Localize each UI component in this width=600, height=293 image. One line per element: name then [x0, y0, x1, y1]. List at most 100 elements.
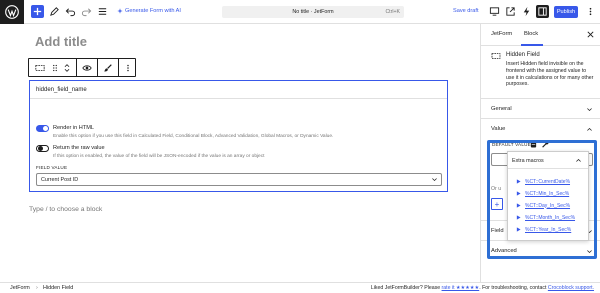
jetform-tools-button[interactable]: [520, 5, 533, 18]
chevron-down-icon: [587, 108, 592, 112]
block-divider: [30, 98, 447, 99]
macro-link[interactable]: %CT::CurrentDate%: [525, 179, 570, 185]
chevron-up-icon: [587, 127, 592, 131]
preview-button[interactable]: [488, 5, 501, 18]
extra-macros-popover: Extra macros %CT::CurrentDate% %CT::Min_…: [507, 151, 589, 241]
field-value-selected: Current Post ID: [41, 177, 79, 183]
document-bar[interactable]: No title · JetForm Ctrl+K: [222, 6, 404, 18]
toggle-knob: [38, 146, 43, 151]
or-use-text-fragment: Or u: [491, 186, 502, 192]
panel-advanced-label: Advanced: [491, 248, 517, 254]
panel-value[interactable]: Value: [481, 118, 600, 138]
macro-link[interactable]: %CT::Day_In_Sec%: [525, 203, 570, 209]
field-name-text[interactable]: hidden_field_name: [36, 87, 87, 93]
default-value-label: DEFAULT VALUE: [492, 142, 531, 147]
panel-general-label: General: [491, 106, 512, 112]
chevron-up-down-icon: [64, 63, 70, 72]
macro-item[interactable]: %CT::Month_In_Sec%: [516, 213, 575, 222]
chevron-up-icon: [576, 158, 581, 162]
hidden-field-block[interactable]: hidden_field_name Render in HTML Enable …: [29, 80, 448, 192]
undo-button[interactable]: [64, 5, 77, 18]
chevron-down-icon: [587, 250, 592, 254]
eye-icon: [82, 64, 92, 71]
breadcrumb-hidden-field[interactable]: Hidden Field: [43, 285, 73, 291]
play-icon: [516, 179, 521, 184]
macro-link[interactable]: %CT::Min_In_Sec%: [525, 191, 569, 197]
editor-canvas: Add title hidden_field_name Render in HT…: [0, 24, 480, 282]
rate-middle: . For troubleshooting, contact: [479, 285, 548, 291]
macro-item[interactable]: %CT::CurrentDate%: [516, 177, 570, 186]
support-link[interactable]: Crocoblock support.: [548, 285, 594, 291]
settings-toggle-button[interactable]: [536, 5, 549, 18]
drag-handle[interactable]: [49, 59, 61, 76]
panel-value-label: Value: [491, 126, 506, 132]
redo-button[interactable]: [80, 5, 93, 18]
extra-macros-title: Extra macros: [512, 158, 544, 164]
macro-item[interactable]: %CT::Day_In_Sec%: [516, 201, 570, 210]
post-title-input[interactable]: Add title: [35, 34, 87, 49]
active-tab-indicator: [521, 44, 543, 46]
field-value-select[interactable]: Current Post ID: [36, 173, 442, 186]
play-icon: [516, 215, 521, 220]
render-html-toggle[interactable]: [36, 125, 49, 132]
more-vertical-icon: [589, 7, 592, 16]
hidden-field-icon: [491, 53, 501, 59]
field-value-label: FIELD VALUE: [36, 165, 68, 170]
macro-item[interactable]: %CT::Year_In_Sec%: [516, 225, 571, 234]
block-type-button[interactable]: [31, 59, 49, 76]
undo-icon: [65, 8, 76, 17]
database-icon[interactable]: [530, 140, 537, 148]
block-toolbar: [28, 58, 136, 77]
play-icon: [516, 203, 521, 208]
panel-advanced[interactable]: Advanced: [481, 240, 600, 260]
macro-link[interactable]: %CT::Month_In_Sec%: [525, 215, 575, 221]
desktop-icon: [489, 7, 500, 16]
generate-ai-link[interactable]: Generate Form with AI: [117, 8, 181, 14]
panel-general[interactable]: General: [481, 98, 600, 118]
rate-link[interactable]: rate it ★★★★★: [442, 285, 480, 291]
breadcrumb-jetform[interactable]: JetForm: [10, 285, 30, 291]
extra-macros-header[interactable]: Extra macros: [508, 152, 588, 169]
render-html-help: Enable this option if you use this field…: [53, 134, 334, 139]
style-button[interactable]: [99, 59, 117, 76]
tab-jetform[interactable]: JetForm: [491, 31, 512, 37]
macro-link[interactable]: %CT::Year_In_Sec%: [525, 227, 571, 233]
external-icon: [506, 7, 515, 16]
macro-item[interactable]: %CT::Min_In_Sec%: [516, 189, 569, 198]
rate-notice: Liked JetFormBuilder? Please rate it ★★★…: [371, 285, 594, 291]
publish-button[interactable]: Publish: [554, 6, 578, 18]
toggle-knob: [43, 126, 48, 131]
more-vertical-icon: [126, 64, 129, 71]
rate-prefix: Liked JetFormBuilder? Please: [370, 285, 442, 291]
block-appender-placeholder[interactable]: Type / to choose a block: [29, 206, 102, 213]
pen-icon: [50, 7, 59, 16]
edit-tools-button[interactable]: [48, 5, 61, 18]
breadcrumb-separator: ›: [36, 285, 38, 291]
tab-block[interactable]: Block: [524, 31, 538, 37]
list-view-button[interactable]: [96, 5, 109, 18]
raw-value-toggle[interactable]: [36, 145, 49, 152]
add-macro-button[interactable]: +: [491, 198, 503, 210]
add-block-button[interactable]: [31, 5, 44, 18]
save-draft-button[interactable]: Save draft: [453, 8, 479, 14]
render-html-label: Render in HTML: [53, 125, 95, 131]
drag-handle-icon: [53, 64, 57, 71]
close-icon[interactable]: [586, 30, 595, 39]
lightning-icon: [523, 6, 530, 17]
wrench-icon[interactable]: [541, 140, 549, 148]
block-card-description: Insert Hidden field invisible on the fro…: [506, 61, 594, 88]
block-card-title: Hidden Field: [506, 52, 540, 58]
top-toolbar: Generate Form with AI No title · JetForm…: [0, 0, 600, 24]
list-view-icon: [98, 8, 107, 15]
panel-field-label: Field: [491, 228, 504, 234]
options-button[interactable]: [584, 5, 597, 18]
wordpress-logo-icon[interactable]: [0, 0, 24, 24]
move-up-down-button[interactable]: [61, 59, 73, 76]
document-title: No title · JetForm: [292, 9, 334, 15]
block-options-button[interactable]: [120, 59, 135, 76]
view-post-button[interactable]: [504, 5, 517, 18]
redo-icon: [81, 8, 92, 17]
visibility-button[interactable]: [78, 59, 96, 76]
plus-icon: [33, 7, 42, 16]
generate-ai-label: Generate Form with AI: [125, 8, 181, 14]
